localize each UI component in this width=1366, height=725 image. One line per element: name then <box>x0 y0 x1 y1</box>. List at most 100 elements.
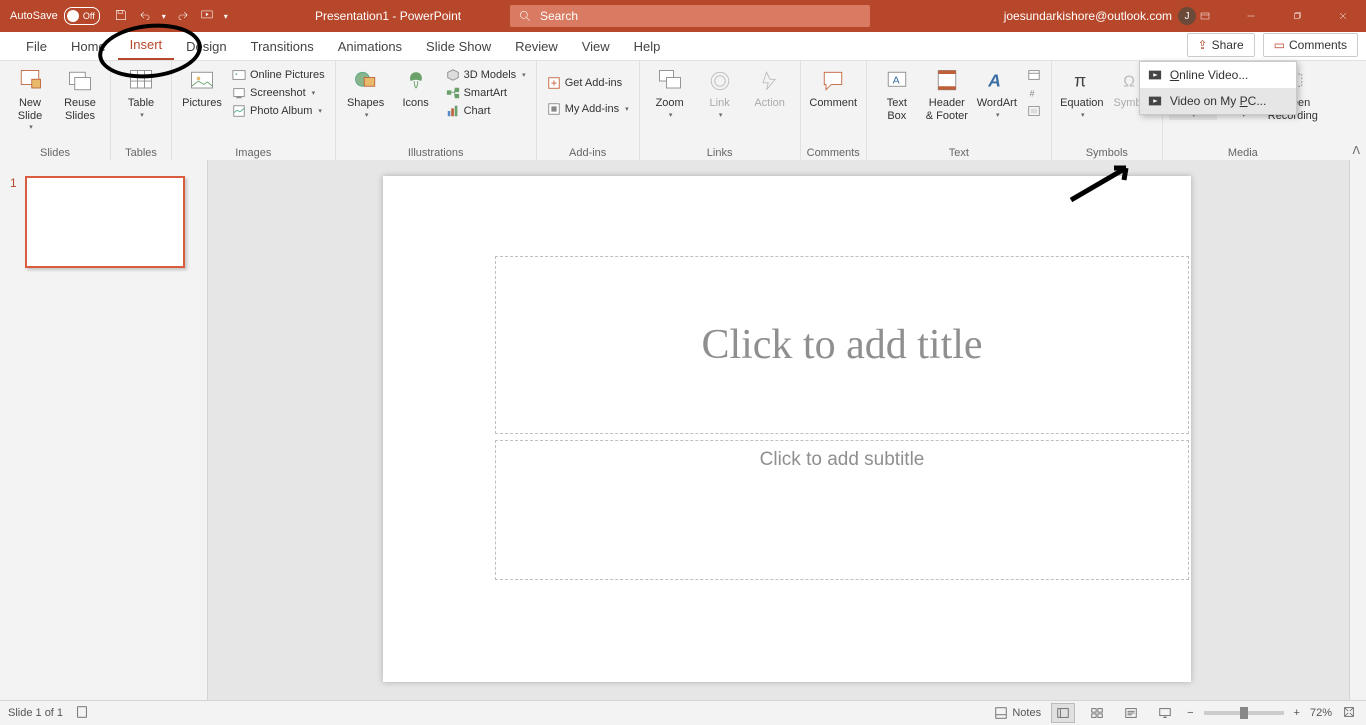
slideshow-start-icon[interactable] <box>200 8 214 25</box>
video-pc-icon <box>1148 94 1162 108</box>
zoom-percent[interactable]: 72% <box>1310 707 1332 719</box>
slide-thumb-1[interactable]: 1 <box>0 176 207 268</box>
toggle-knob <box>67 10 79 22</box>
svg-text:Ω: Ω <box>1123 73 1135 90</box>
equation-button[interactable]: πEquation <box>1058 63 1106 120</box>
slide-canvas[interactable]: Click to add title Click to add subtitle <box>383 176 1191 682</box>
fit-to-window-button[interactable] <box>1342 705 1356 722</box>
title-placeholder[interactable]: Click to add title <box>495 256 1189 434</box>
title-bar: AutoSave Off ▾ ▾ Presentation1 - PowerPo… <box>0 0 1366 32</box>
slideshow-view-button[interactable] <box>1153 703 1177 723</box>
date-time-button[interactable] <box>1023 67 1045 83</box>
tab-help[interactable]: Help <box>622 33 673 60</box>
my-addins-button[interactable]: My Add-ins <box>543 101 633 117</box>
slide-thumbnail[interactable] <box>25 176 185 268</box>
video-on-pc-item[interactable]: Video on My PC...Video on My PC... <box>1140 88 1296 114</box>
group-illustrations-label: Illustrations <box>408 147 464 161</box>
online-pictures-button[interactable]: Online Pictures <box>228 67 329 83</box>
account-area[interactable]: joesundarkishore@outlook.com J <box>1004 7 1196 25</box>
tab-home[interactable]: Home <box>59 33 118 60</box>
new-slide-button[interactable]: New Slide <box>6 63 54 132</box>
photo-album-button[interactable]: Photo Album <box>228 103 329 119</box>
tab-review[interactable]: Review <box>503 33 570 60</box>
tab-file[interactable]: File <box>14 33 59 60</box>
icons-button[interactable]: Icons <box>392 63 440 110</box>
link-button[interactable]: Link <box>696 63 744 120</box>
slide-thumb-number: 1 <box>10 176 17 190</box>
object-button[interactable] <box>1023 103 1045 119</box>
zoom-in-button[interactable]: + <box>1294 707 1300 719</box>
group-images: Pictures Online Pictures Screenshot Phot… <box>172 61 336 161</box>
autosave-state: Off <box>83 11 95 21</box>
zoom-out-button[interactable]: − <box>1187 707 1193 719</box>
pictures-button[interactable]: Pictures <box>178 63 226 110</box>
reuse-slides-button[interactable]: Reuse Slides <box>56 63 104 122</box>
online-video-icon <box>1148 68 1162 82</box>
quick-access-toolbar: ▾ ▾ <box>114 8 228 25</box>
autosave-control[interactable]: AutoSave Off <box>10 7 100 25</box>
close-button[interactable] <box>1320 0 1366 32</box>
subtitle-placeholder-text: Click to add subtitle <box>760 449 925 471</box>
smartart-button[interactable]: SmartArt <box>442 85 530 101</box>
header-footer-button[interactable]: Header & Footer <box>923 63 971 122</box>
group-slides: New Slide Reuse Slides Slides <box>0 61 111 161</box>
zoom-slider-thumb[interactable] <box>1240 707 1248 719</box>
textbox-button[interactable]: AText Box <box>873 63 921 122</box>
group-symbols-label: Symbols <box>1086 147 1128 161</box>
group-links: Zoom Link Action Links <box>640 61 801 161</box>
chart-button[interactable]: Chart <box>442 103 530 119</box>
action-button[interactable]: Action <box>746 63 794 110</box>
save-icon[interactable] <box>114 8 128 25</box>
shapes-button[interactable]: Shapes <box>342 63 390 120</box>
table-button[interactable]: Table <box>117 63 165 120</box>
slide-sorter-button[interactable] <box>1085 703 1109 723</box>
tab-view[interactable]: View <box>570 33 622 60</box>
accessibility-icon[interactable] <box>75 705 89 722</box>
online-video-item[interactable]: OOnline Video...nline Video... <box>1140 62 1296 88</box>
slide-thumbnail-panel[interactable]: 1 <box>0 160 208 701</box>
ribbon-display-options[interactable] <box>1182 0 1228 32</box>
tab-animations[interactable]: Animations <box>326 33 414 60</box>
vertical-scrollbar[interactable] <box>1349 160 1366 701</box>
restore-button[interactable] <box>1274 0 1320 32</box>
search-icon <box>518 9 532 23</box>
tab-insert[interactable]: Insert <box>118 31 175 60</box>
qat-customize-icon[interactable]: ▾ <box>224 12 228 21</box>
group-comments-label: Comments <box>807 147 860 161</box>
group-media: Video Audio Screen Recording Media OOnli… <box>1163 61 1323 161</box>
tab-design[interactable]: Design <box>174 33 238 60</box>
group-addins: Get Add-ins My Add-ins Add-ins <box>537 61 640 161</box>
search-box[interactable]: Search <box>510 5 870 27</box>
redo-icon[interactable] <box>176 8 190 25</box>
3d-models-button[interactable]: 3D Models <box>442 67 530 83</box>
group-media-label: Media <box>1228 147 1258 161</box>
undo-dropdown-icon[interactable]: ▾ <box>162 12 166 21</box>
ribbon: New Slide Reuse Slides Slides Table Tabl… <box>0 61 1366 162</box>
autosave-toggle[interactable]: Off <box>64 7 100 25</box>
undo-icon[interactable] <box>138 8 152 25</box>
autosave-label: AutoSave <box>10 10 58 22</box>
zoom-slider[interactable] <box>1204 711 1284 715</box>
get-addins-button[interactable]: Get Add-ins <box>543 75 633 91</box>
tab-slide-show[interactable]: Slide Show <box>414 33 503 60</box>
group-links-label: Links <box>707 147 733 161</box>
normal-view-button[interactable] <box>1051 703 1075 723</box>
zoom-button[interactable]: Zoom <box>646 63 694 120</box>
svg-text:A: A <box>892 75 899 87</box>
notes-button[interactable]: Notes <box>994 706 1041 720</box>
slide-editor[interactable]: Click to add title Click to add subtitle <box>208 160 1366 701</box>
window-title: Presentation1 - PowerPoint <box>315 9 461 23</box>
minimize-button[interactable] <box>1228 0 1274 32</box>
comment-button[interactable]: Comment <box>809 63 857 110</box>
tab-transitions[interactable]: Transitions <box>239 33 326 60</box>
svg-text:#: # <box>1029 89 1034 99</box>
share-button[interactable]: ⇪Share <box>1187 33 1255 57</box>
subtitle-placeholder[interactable]: Click to add subtitle <box>495 440 1189 580</box>
collapse-ribbon-icon[interactable]: ᐱ <box>1352 144 1360 157</box>
reading-view-button[interactable] <box>1119 703 1143 723</box>
screenshot-button[interactable]: Screenshot <box>228 85 329 101</box>
group-images-label: Images <box>235 147 271 161</box>
wordart-button[interactable]: AWordArt <box>973 63 1021 120</box>
slide-number-button[interactable]: # <box>1023 85 1045 101</box>
comments-button[interactable]: ▭Comments <box>1263 33 1358 57</box>
